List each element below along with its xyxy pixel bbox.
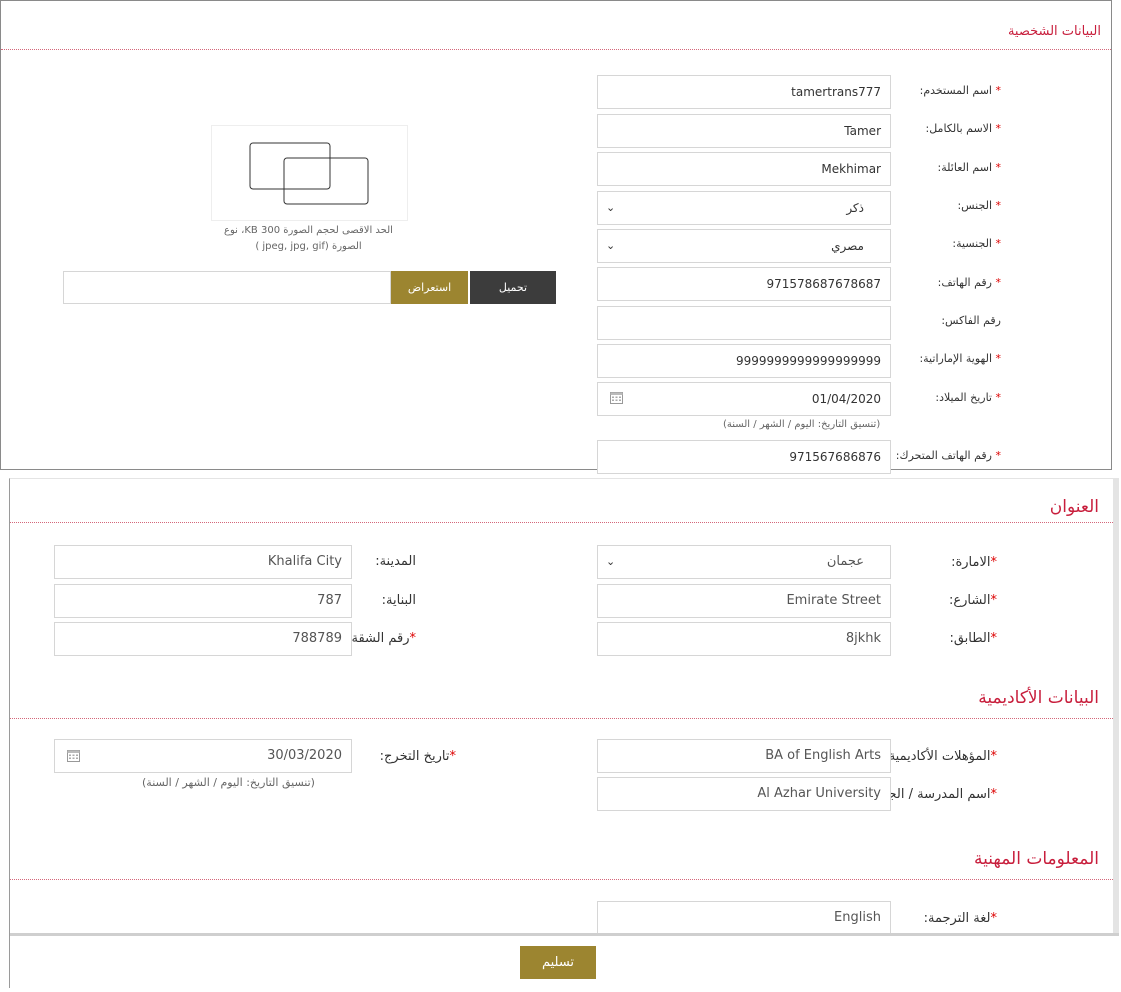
emirate-value: عجمان [826,554,864,569]
academic-title-divider [10,718,1113,719]
mobile-label: * رقم الهاتف المتحرك: [895,449,1001,462]
graduation-date-label: *تاريخ التخرج: [379,749,456,764]
chevron-down-icon: ⌄ [606,555,616,568]
birth-date-value: 01/04/2020 [811,392,881,406]
phone-input[interactable]: 971578687678687 [597,267,891,301]
gender-select[interactable]: ذكر ⌄ [597,191,891,225]
username-label: * اسم المستخدم: [919,84,1001,97]
personal-info-panel: البيانات الشخصية * اسم المستخدم: tamertr… [0,0,1112,474]
apartment-label: *رقم الشقة: [347,631,416,646]
photo-preview [211,125,408,221]
school-input[interactable]: Al Azhar University [597,777,891,811]
emirate-label: *الامارة: [951,555,997,570]
gender-label: * الجنس: [957,199,1001,212]
fax-label: رقم الفاكس: [941,314,1001,327]
professional-title-divider [10,879,1113,880]
city-label: المدينة: [375,554,416,569]
photo-size-hint-line1: الحد الاقصى لحجم الصورة 300 KB، نوع [224,225,393,236]
academic-section-title: البيانات الأكاديمية [978,688,1099,708]
file-path-field[interactable] [63,271,391,304]
qualification-label: *المؤهلات الأكاديمية: [884,749,997,764]
chevron-down-icon: ⌄ [606,239,616,252]
address-title-divider [10,522,1113,523]
family-name-label: * اسم العائلة: [937,161,1001,174]
floor-label: *الطابق: [949,631,997,646]
building-label: البناية: [381,593,416,608]
nationality-value: مصري [831,239,864,253]
photo-size-hint-line2: الصورة (jpeg, jpg, gif ) [255,241,362,252]
emirates-id-label: * الهوية الإماراتية: [919,352,1001,365]
street-input[interactable]: Emirate Street [597,584,891,618]
browse-button[interactable]: استعراض [391,271,468,304]
details-panel: العنوان *الامارة: عجمان ⌄ المدينة: Khali… [9,478,1119,992]
birth-date-format-hint: (تنسيق التاريخ: اليوم / الشهر / السنة) [723,419,881,430]
emirates-id-input[interactable]: 9999999999999999999 [597,344,891,378]
professional-section-title: المعلومات المهنية [974,849,1099,869]
birth-date-input[interactable]: 01/04/2020 [597,382,891,416]
fax-input[interactable] [597,306,891,340]
nationality-label: * الجنسية: [952,237,1001,250]
apartment-input[interactable]: 788789 [54,622,352,656]
translation-language-label: *لغة الترجمة: [923,911,997,926]
calendar-icon[interactable] [67,749,80,762]
phone-label: * رقم الهاتف: [937,276,1001,289]
building-input[interactable]: 787 [54,584,352,618]
personal-section-title: البيانات الشخصية [1007,24,1101,39]
graduation-date-format-hint: (تنسيق التاريخ: اليوم / الشهر / السنة) [142,776,315,789]
emirate-select[interactable]: عجمان ⌄ [597,545,891,579]
chevron-down-icon: ⌄ [606,201,616,214]
photo-placeholder-icon [249,142,369,205]
graduation-date-value: 30/03/2020 [267,748,342,763]
address-section-title: العنوان [1049,497,1099,517]
nationality-select[interactable]: مصري ⌄ [597,229,891,263]
qualification-input[interactable]: BA of English Arts [597,739,891,773]
mobile-input[interactable]: 971567686876 [597,440,891,474]
street-label: *الشارع: [948,593,997,608]
submit-button[interactable]: تسليم [520,946,596,979]
floor-input[interactable]: 8jkhk [597,622,891,656]
family-name-input[interactable]: Mekhimar [597,152,891,186]
full-name-input[interactable]: Tamer [597,114,891,148]
personal-title-divider [1,49,1111,50]
calendar-icon[interactable] [610,391,623,404]
translation-language-input[interactable]: English [597,901,891,935]
gender-value: ذكر [846,201,864,215]
username-input[interactable]: tamertrans777 [597,75,891,109]
city-input[interactable]: Khalifa City [54,545,352,579]
graduation-date-input[interactable]: 30/03/2020 [54,739,352,773]
full-name-label: * الاسم بالكامل: [925,122,1001,135]
upload-button[interactable]: تحميل [470,271,556,304]
birth-date-label: * تاريخ الميلاد: [935,391,1001,404]
